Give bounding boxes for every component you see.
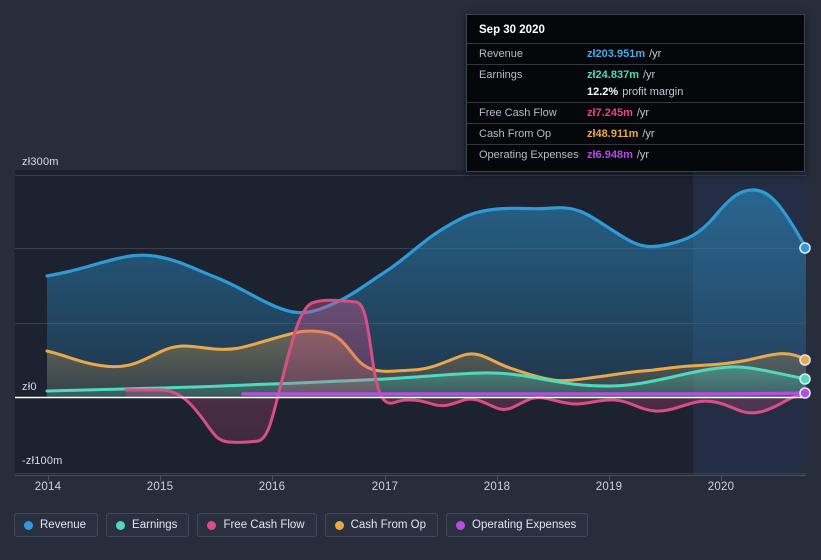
tooltip-row-profit-margin: 12.2% profit margin — [467, 85, 804, 102]
legend-dot-operating-expenses-icon — [456, 520, 466, 530]
tooltip-unit-cash-from-op: /yr — [642, 128, 655, 140]
endpoint-earnings — [799, 373, 811, 385]
chart-panel: zł300m zł0 -zł100m 2014 2015 2016 2017 2… — [0, 0, 821, 560]
x-axis-label-2016: 2016 — [258, 481, 286, 493]
legend-label-free-cash-flow: Free Cash Flow — [223, 519, 305, 531]
tooltip-label-earnings: Earnings — [479, 69, 523, 81]
x-axis-label-2015: 2015 — [146, 481, 174, 493]
legend-dot-cash-from-op-icon — [334, 520, 344, 530]
tooltip-unit-profit-margin: profit margin — [622, 86, 684, 98]
tooltip-label-revenue: Revenue — [479, 48, 524, 60]
x-axis-label-2017: 2017 — [371, 481, 399, 493]
legend-label-cash-from-op: Cash From Op — [350, 519, 427, 531]
chart-tooltip: Sep 30 2020 Revenue zł203.951m /yr Earni… — [466, 14, 805, 172]
endpoint-operating-expenses — [799, 387, 811, 399]
tooltip-label-free-cash-flow: Free Cash Flow — [479, 107, 557, 119]
tooltip-value-earnings: zł24.837m — [587, 69, 639, 81]
tooltip-unit-revenue: /yr — [649, 48, 662, 60]
legend-label-operating-expenses: Operating Expenses — [472, 519, 577, 531]
y-axis-label-300m: zł300m — [22, 156, 59, 168]
tooltip-unit-earnings: /yr — [642, 69, 656, 81]
legend-label-earnings: Earnings — [132, 519, 178, 531]
tooltip-value-profit-margin: 12.2% — [587, 86, 619, 98]
tooltip-value-free-cash-flow: zł7.245m — [587, 107, 633, 119]
tooltip-value-revenue: zł203.951m — [587, 48, 646, 60]
legend-item-cash-from-op[interactable]: Cash From Op — [324, 513, 439, 537]
legend-item-earnings[interactable]: Earnings — [106, 513, 190, 537]
endpoint-cash-from-op — [799, 354, 811, 366]
tooltip-date: Sep 30 2020 — [479, 24, 545, 36]
legend-dot-free-cash-flow-icon — [207, 520, 217, 530]
tooltip-row-free-cash-flow: Free Cash Flow zł7.245m /yr — [467, 102, 804, 123]
x-axis-label-2014: 2014 — [34, 481, 62, 493]
tooltip-row-revenue: Revenue zł203.951m /yr — [467, 43, 804, 64]
y-axis-label-0: zł0 — [22, 381, 37, 393]
endpoint-revenue — [799, 242, 811, 254]
tooltip-unit-free-cash-flow: /yr — [636, 107, 650, 119]
legend-dot-earnings-icon — [116, 520, 126, 530]
x-axis-label-2018: 2018 — [483, 481, 511, 493]
y-axis-label-neg100m: -zł100m — [22, 455, 63, 467]
tooltip-row-cash-from-op: Cash From Op zł48.911m /yr — [467, 123, 804, 144]
tooltip-unit-operating-expenses: /yr — [636, 149, 650, 161]
legend-item-revenue[interactable]: Revenue — [14, 513, 99, 537]
series-line-operating-expenses — [241, 391, 806, 396]
tooltip-row-earnings: Earnings zł24.837m /yr — [467, 64, 804, 85]
chart-legend: Revenue Earnings Free Cash Flow Cash Fro… — [14, 513, 589, 537]
tooltip-row-operating-expenses: Operating Expenses zł6.948m /yr — [467, 144, 804, 165]
x-axis-label-2020: 2020 — [707, 481, 735, 493]
legend-item-free-cash-flow[interactable]: Free Cash Flow — [197, 513, 317, 537]
tooltip-value-operating-expenses: zł6.948m — [587, 149, 633, 161]
tooltip-value-cash-from-op: zł48.911m — [587, 128, 639, 140]
tooltip-label-cash-from-op: Cash From Op — [479, 128, 552, 140]
legend-item-operating-expenses[interactable]: Operating Expenses — [446, 513, 589, 537]
legend-label-revenue: Revenue — [40, 519, 87, 531]
x-axis-label-2019: 2019 — [595, 481, 623, 493]
tooltip-label-operating-expenses: Operating Expenses — [479, 149, 579, 161]
legend-dot-revenue-icon — [24, 520, 33, 530]
